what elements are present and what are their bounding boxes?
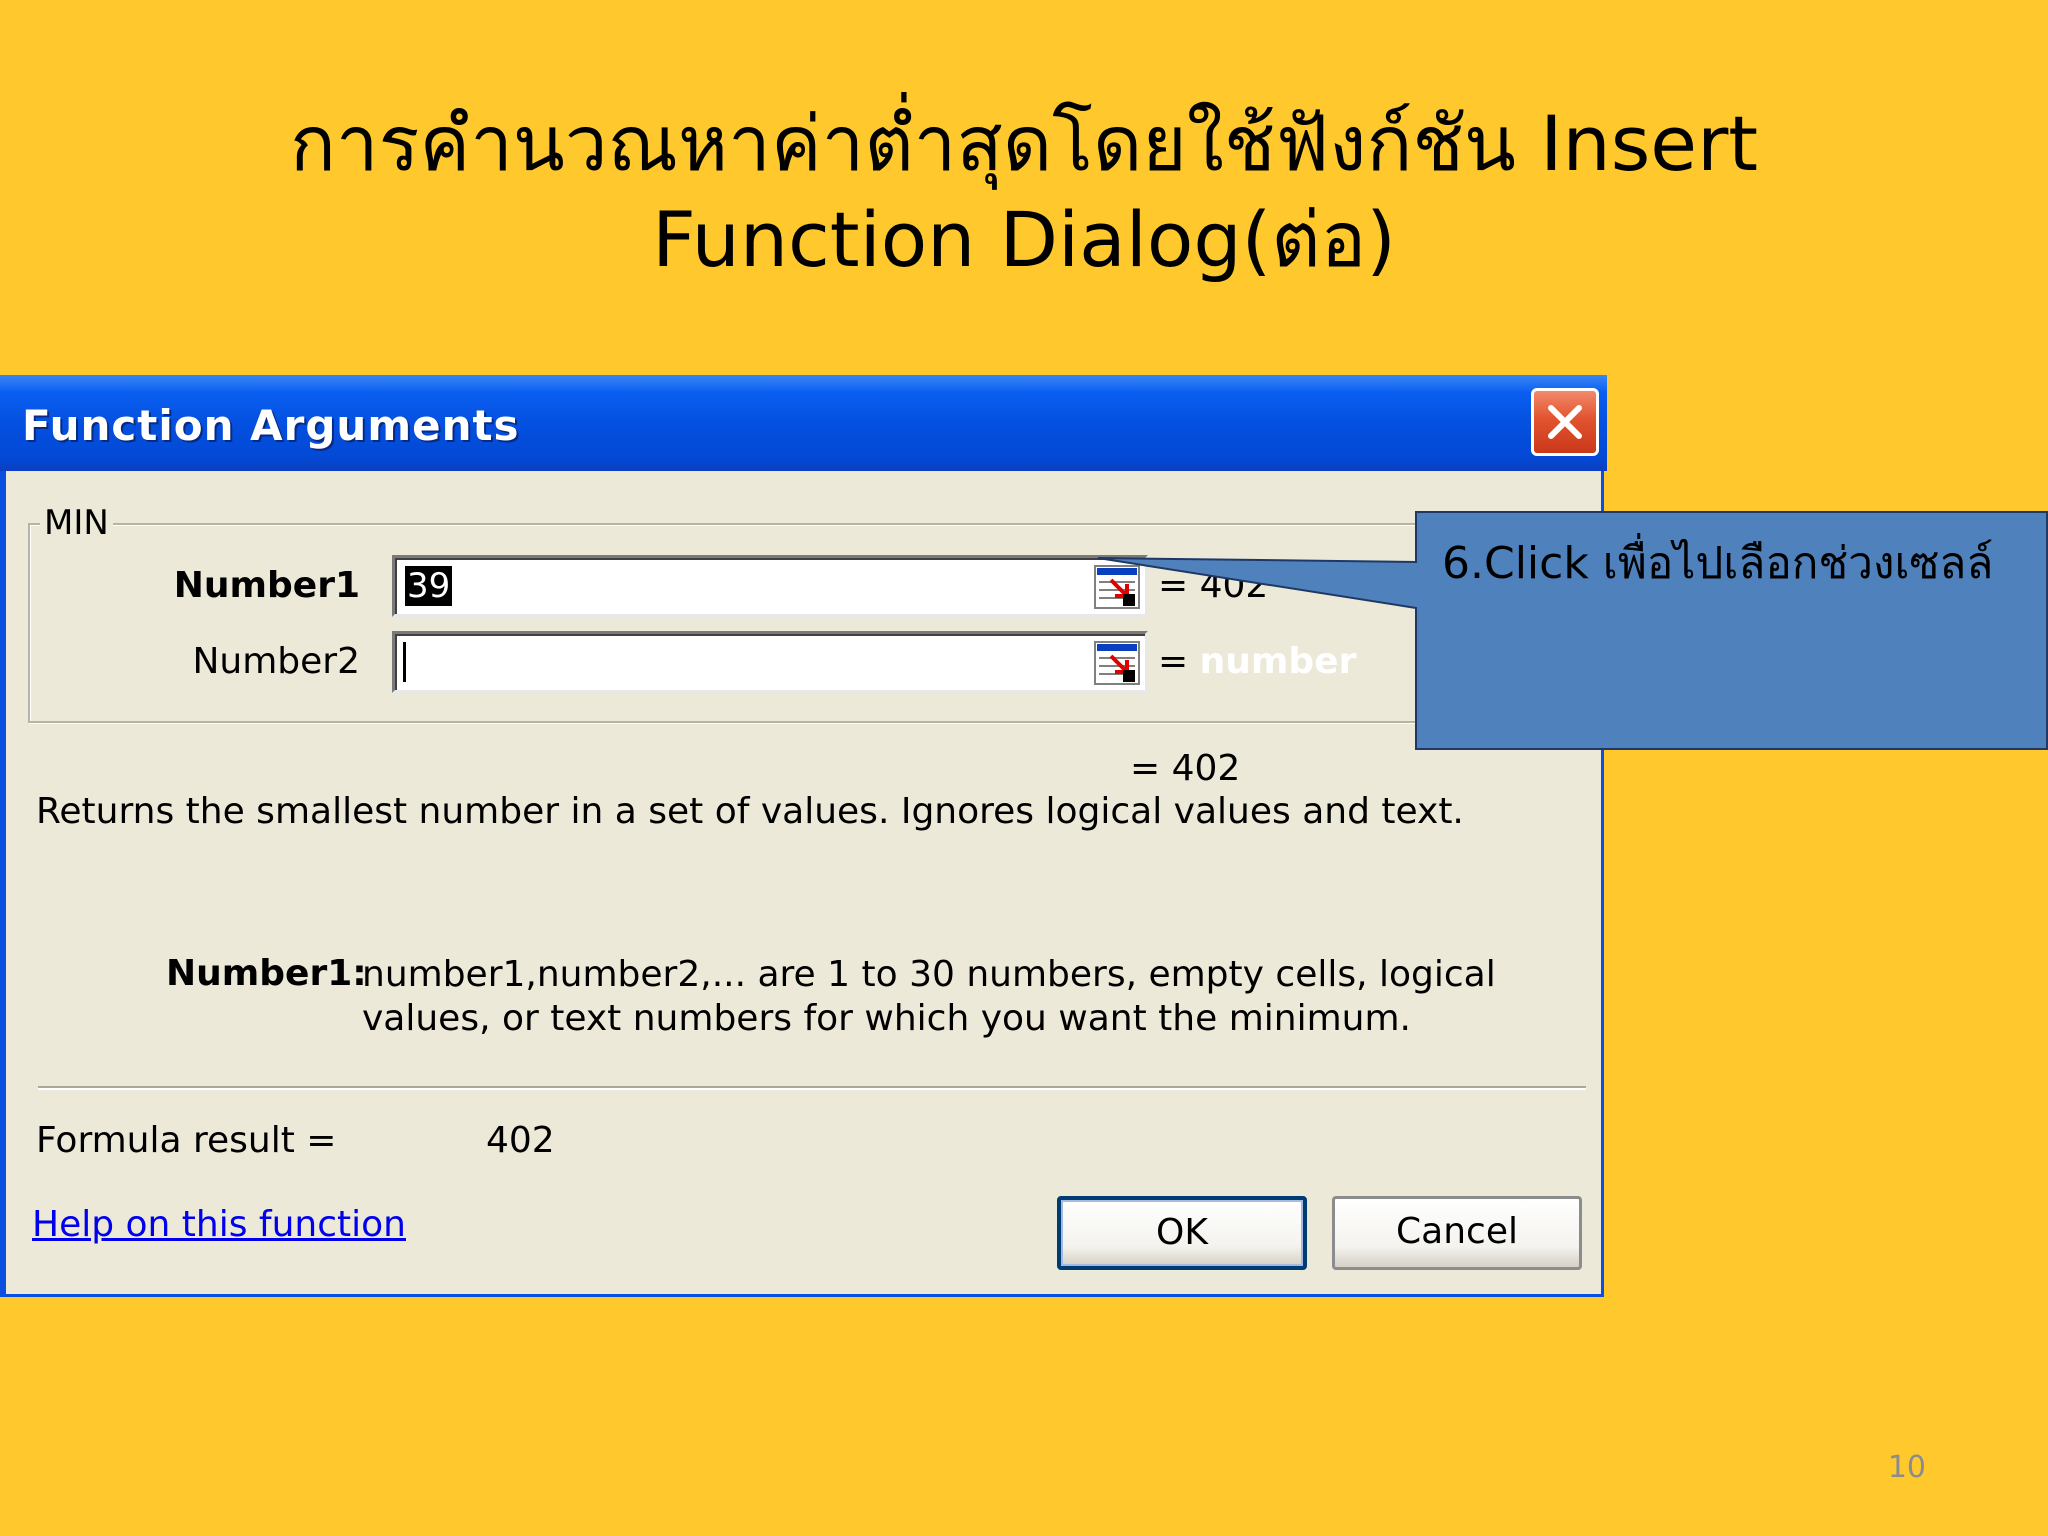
slide-title-line-2: Function Dialog(ต่อ) [652,195,1396,284]
ok-button[interactable]: OK [1057,1196,1307,1270]
collapse-dialog-icon [1094,641,1140,685]
function-description: Returns the smallest number in a set of … [36,791,1464,832]
page-number: 10 [1887,1450,1926,1485]
slide-title: การคำนวณหาค่าต่ำสุดโดยใช้ฟังก์ชัน Insert… [0,96,2048,288]
function-result: = 402 [1130,748,1241,789]
help-on-function-link[interactable]: Help on this function [32,1204,406,1245]
number2-input[interactable] [392,631,1148,693]
close-button[interactable] [1531,388,1599,456]
number1-value: 39 [405,566,453,606]
separator-line [38,1086,1586,1090]
dialog-titlebar[interactable]: Function Arguments [0,375,1607,471]
function-arguments-dialog: Function Arguments MIN Number1 39 = 402 … [0,375,1607,1297]
number1-label: Number1 [173,565,360,606]
formula-result-value: 402 [486,1120,555,1161]
callout-text: 6.Click เพื่อไปเลือกช่วงเซลล์ [1442,538,1994,589]
function-group-box: MIN Number1 39 = 402 Number2 = number [28,503,1588,723]
dialog-title: Function Arguments [22,401,520,450]
number2-label: Number2 [192,641,360,682]
cancel-button[interactable]: Cancel [1332,1196,1582,1270]
number1-input[interactable]: 39 [392,555,1148,617]
number2-caret [403,642,406,682]
formula-result-label: Formula result = [36,1120,337,1161]
close-icon [1548,405,1582,439]
argument-help-name: Number1: [166,953,367,994]
collapse-dialog-icon [1094,565,1140,609]
number1-collapse-button[interactable] [1093,564,1141,610]
function-name-label: MIN [40,503,113,543]
argument-help-text: number1,number2,... are 1 to 30 numbers,… [362,954,1496,1039]
number2-result: = number [1158,641,1357,682]
slide-title-line-1: การคำนวณหาค่าต่ำสุดโดยใช้ฟังก์ชัน Insert [289,99,1759,188]
number2-collapse-button[interactable] [1093,640,1141,686]
